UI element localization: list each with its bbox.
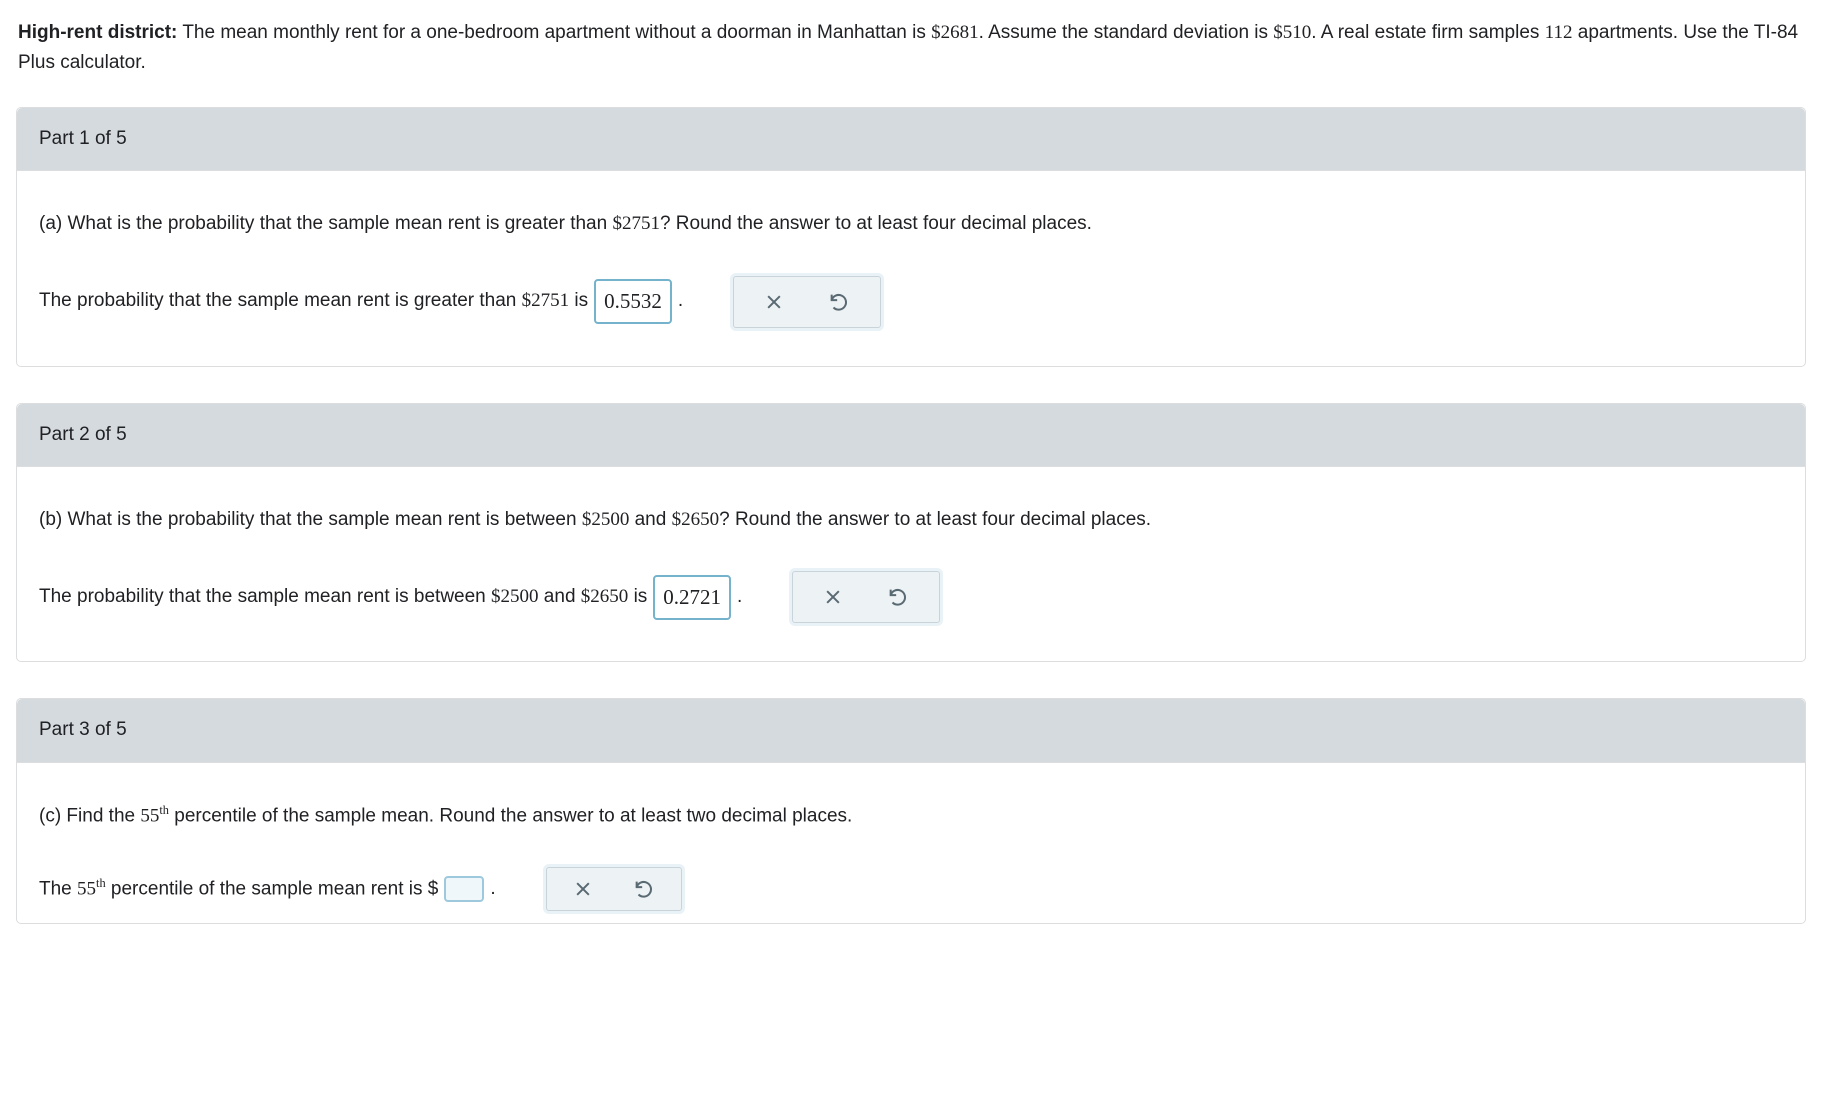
- intro-text-1: The mean monthly rent for a one-bedroom …: [177, 22, 931, 43]
- a2-v2: $2650: [581, 586, 629, 607]
- answer-input-1[interactable]: 0.5532: [594, 279, 672, 325]
- part-3-header: Part 3 of 5: [17, 699, 1805, 762]
- a3-mid: percentile of the sample mean rent is $: [106, 878, 439, 899]
- part-2-answer-line: The probability that the sample mean ren…: [39, 571, 1783, 623]
- part-2-question: (b) What is the probability that the sam…: [39, 505, 1783, 535]
- answer-input-3[interactable]: [444, 876, 484, 902]
- q2-mid: and: [629, 509, 671, 530]
- part-1-answer-line: The probability that the sample mean ren…: [39, 276, 1783, 328]
- intro-title: High-rent district:: [18, 22, 177, 43]
- part-3-answer-line: The 55th percentile of the sample mean r…: [39, 867, 1783, 911]
- a1-mid: is: [569, 290, 588, 311]
- a2-mid1: and: [539, 586, 581, 607]
- problem-intro: High-rent district: The mean monthly ren…: [0, 0, 1822, 89]
- a1-value: $2751: [522, 290, 570, 311]
- q3-suffix: percentile of the sample mean. Round the…: [169, 805, 852, 826]
- clear-icon[interactable]: [764, 292, 784, 312]
- a1-suffix: .: [678, 286, 683, 316]
- q3-pct: 55: [140, 805, 159, 826]
- reset-icon[interactable]: [887, 586, 909, 608]
- q2-prefix: (b) What is the probability that the sam…: [39, 509, 582, 530]
- clear-icon[interactable]: [823, 587, 843, 607]
- intro-n: 112: [1545, 22, 1573, 43]
- q3-prefix: (c) Find the: [39, 805, 140, 826]
- a2-mid2: is: [628, 586, 647, 607]
- q1-suffix: ? Round the answer to at least four deci…: [660, 213, 1092, 234]
- reset-icon[interactable]: [828, 291, 850, 313]
- part-2-header: Part 2 of 5: [17, 404, 1805, 467]
- part-1-question: (a) What is the probability that the sam…: [39, 209, 1783, 239]
- part-3-question: (c) Find the 55th percentile of the samp…: [39, 801, 1783, 832]
- part-3-panel: Part 3 of 5 (c) Find the 55th percentile…: [16, 698, 1806, 924]
- part-2-body: (b) What is the probability that the sam…: [17, 467, 1805, 661]
- reset-icon[interactable]: [633, 878, 655, 900]
- part-3-actions: [546, 867, 682, 911]
- a2-prefix: The probability that the sample mean ren…: [39, 586, 491, 607]
- intro-text-2: . Assume the standard deviation is: [979, 22, 1274, 43]
- a3-pct: 55: [77, 878, 96, 899]
- part-1-body: (a) What is the probability that the sam…: [17, 171, 1805, 365]
- part-1-panel: Part 1 of 5 (a) What is the probability …: [16, 107, 1806, 367]
- a3-prefix: The: [39, 878, 77, 899]
- a2-v1: $2500: [491, 586, 539, 607]
- q1-value: $2751: [612, 213, 660, 234]
- a1-prefix: The probability that the sample mean ren…: [39, 290, 522, 311]
- intro-sd: $510: [1273, 22, 1311, 43]
- clear-icon[interactable]: [573, 879, 593, 899]
- part-1-header: Part 1 of 5: [17, 108, 1805, 171]
- a2-suffix: .: [737, 582, 742, 612]
- answer-input-2[interactable]: 0.2721: [653, 575, 731, 621]
- q1-prefix: (a) What is the probability that the sam…: [39, 213, 612, 234]
- intro-mean: $2681: [931, 22, 979, 43]
- part-3-body: (c) Find the 55th percentile of the samp…: [17, 763, 1805, 924]
- part-2-actions: [792, 571, 940, 623]
- part-2-panel: Part 2 of 5 (b) What is the probability …: [16, 403, 1806, 663]
- q2-v1: $2500: [582, 509, 630, 530]
- a3-suffix: .: [490, 874, 495, 904]
- q3-sup: th: [159, 803, 169, 817]
- a3-sup: th: [96, 876, 106, 890]
- q2-v2: $2650: [672, 509, 720, 530]
- part-1-actions: [733, 276, 881, 328]
- q2-suffix: ? Round the answer to at least four deci…: [719, 509, 1151, 530]
- intro-text-3: . A real estate firm samples: [1311, 22, 1544, 43]
